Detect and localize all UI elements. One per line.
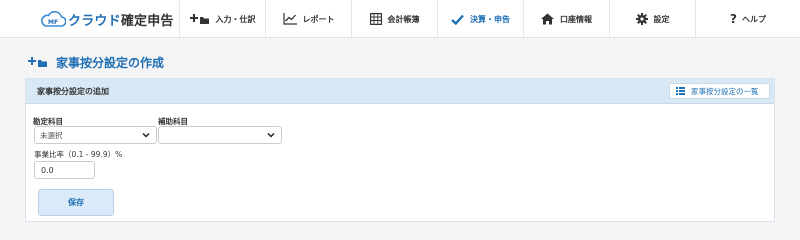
top-nav: MF クラウド確定申告 入力・仕訳 レポート 会計帳簿 決算・申告 口座情報 設…	[0, 0, 800, 38]
plus-folder-icon	[189, 13, 210, 25]
panel-header: 家事按分設定の追加 家事按分設定の一覧	[26, 79, 774, 104]
business-ratio-value: 0.0	[41, 165, 54, 175]
nav-label-help: ヘルプ	[741, 14, 766, 24]
chevron-down-icon	[267, 131, 275, 141]
nav-label-settings: 設定	[653, 14, 670, 24]
app-name: クラウド確定申告	[68, 10, 174, 29]
app-logo[interactable]: MF クラウド確定申告	[0, 0, 180, 38]
nav-item-entry[interactable]: 入力・仕訳	[180, 0, 266, 38]
question-icon: ?	[730, 12, 737, 26]
household-allocation-panel: 家事按分設定の追加 家事按分設定の一覧 勘定科目 未選択 補助科目 事業比率（0…	[25, 78, 775, 222]
page-title: 家事按分設定の作成	[28, 53, 164, 72]
account-select-value: 未選択	[40, 130, 63, 140]
gear-icon	[635, 13, 648, 25]
app-name-blue: クラウド	[68, 13, 121, 29]
nav-label-ledger: 会計帳簿	[387, 14, 420, 24]
nav-label-entry: 入力・仕訳	[215, 14, 256, 24]
list-icon	[676, 87, 685, 95]
logo-mark: MF	[48, 19, 58, 26]
line-chart-icon	[282, 13, 297, 25]
nav-item-accounts[interactable]: 口座情報	[524, 0, 610, 38]
sub-account-select[interactable]	[158, 126, 282, 144]
panel-title: 家事按分設定の追加	[37, 87, 109, 96]
page-title-text: 家事按分設定の作成	[56, 56, 165, 70]
nav-item-settlement[interactable]: 決算・申告	[438, 0, 524, 38]
checkmark-icon	[451, 14, 464, 25]
nav-label-settlement: 決算・申告	[470, 14, 510, 24]
nav-item-settings[interactable]: 設定	[610, 0, 696, 38]
allocation-list-label: 家事按分設定の一覧	[691, 86, 759, 96]
business-ratio-input[interactable]: 0.0	[34, 161, 95, 179]
nav-label-accounts: 口座情報	[560, 14, 592, 24]
cloud-logo-icon: MF	[41, 11, 66, 27]
app-name-dark: 確定申告	[120, 13, 174, 29]
save-button[interactable]: 保存	[38, 189, 114, 216]
nav-item-reports[interactable]: レポート	[266, 0, 352, 38]
home-icon	[541, 13, 554, 25]
account-select[interactable]: 未選択	[34, 126, 157, 144]
plus-folder-icon	[28, 53, 48, 72]
chevron-down-icon	[142, 131, 150, 141]
nav-item-help[interactable]: ? ヘルプ	[696, 0, 800, 38]
allocation-list-button[interactable]: 家事按分設定の一覧	[669, 83, 770, 99]
ledger-grid-icon	[369, 13, 382, 25]
nav-label-reports: レポート	[302, 14, 335, 24]
business-ratio-label: 事業比率（0.1 - 99.9）%	[34, 150, 123, 159]
nav-item-ledger[interactable]: 会計帳簿	[352, 0, 438, 38]
